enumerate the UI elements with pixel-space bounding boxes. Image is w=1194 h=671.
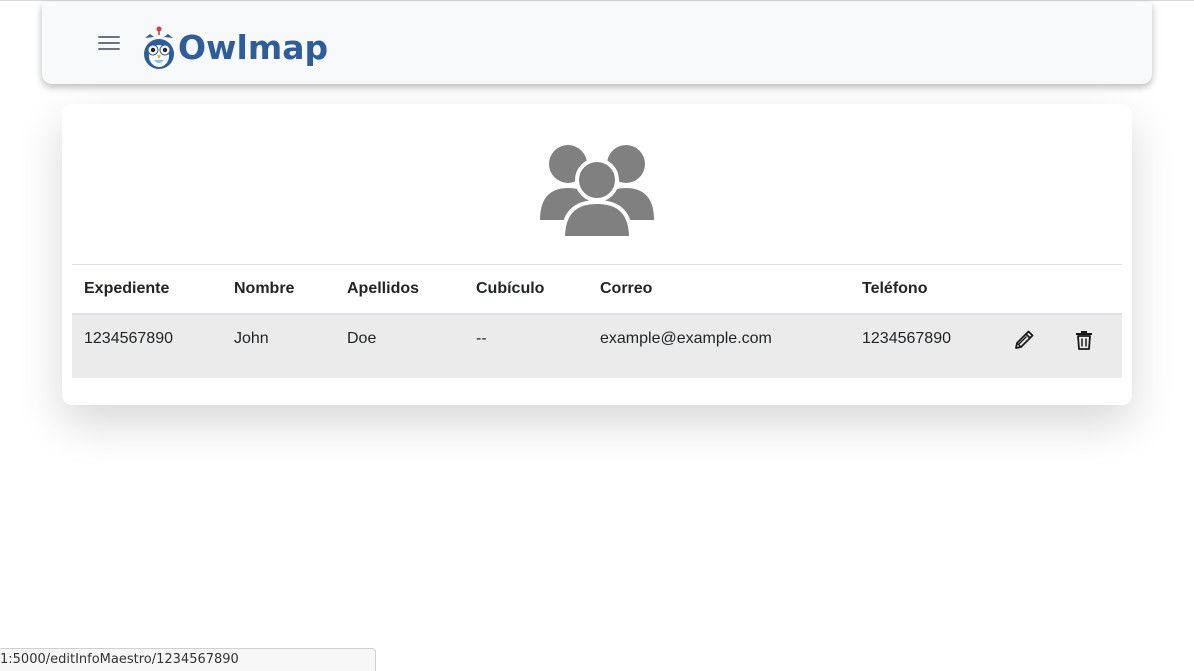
- column-header-telefono: Teléfono: [850, 264, 1001, 315]
- cell-expediente: 1234567890: [72, 314, 222, 378]
- status-bar-url: 1:5000/editInfoMaestro/1234567890: [0, 648, 376, 671]
- cell-apellidos: Doe: [335, 314, 464, 378]
- column-header-edit: [1001, 264, 1061, 315]
- users-icon: [540, 140, 654, 240]
- pencil-icon[interactable]: [1013, 329, 1035, 351]
- cell-cubiculo: --: [464, 314, 588, 378]
- table-header-row: Expediente Nombre Apellidos Cubículo Cor…: [72, 264, 1122, 315]
- table-row: 1234567890 John Doe -- example@example.c…: [72, 314, 1122, 378]
- teachers-table: Expediente Nombre Apellidos Cubículo Cor…: [72, 264, 1122, 378]
- teachers-card: Expediente Nombre Apellidos Cubículo Cor…: [62, 104, 1132, 405]
- column-header-apellidos: Apellidos: [335, 264, 464, 315]
- cell-correo: example@example.com: [588, 314, 850, 378]
- cell-edit: [1001, 314, 1061, 378]
- owl-logo-icon: [142, 26, 176, 70]
- logo-text: Owlmap: [178, 28, 329, 67]
- column-header-correo: Correo: [588, 264, 850, 315]
- cell-telefono: 1234567890: [850, 314, 1001, 378]
- column-header-delete: [1061, 264, 1122, 315]
- window-top-border: [0, 0, 1194, 1]
- column-header-nombre: Nombre: [222, 264, 335, 315]
- trash-icon[interactable]: [1073, 329, 1095, 351]
- hamburger-icon[interactable]: [98, 32, 120, 54]
- navbar: Owlmap: [42, 2, 1152, 84]
- cell-nombre: John: [222, 314, 335, 378]
- column-header-cubiculo: Cubículo: [464, 264, 588, 315]
- cell-delete: [1061, 314, 1122, 378]
- column-header-expediente: Expediente: [72, 264, 222, 315]
- brand-logo[interactable]: Owlmap: [142, 16, 328, 70]
